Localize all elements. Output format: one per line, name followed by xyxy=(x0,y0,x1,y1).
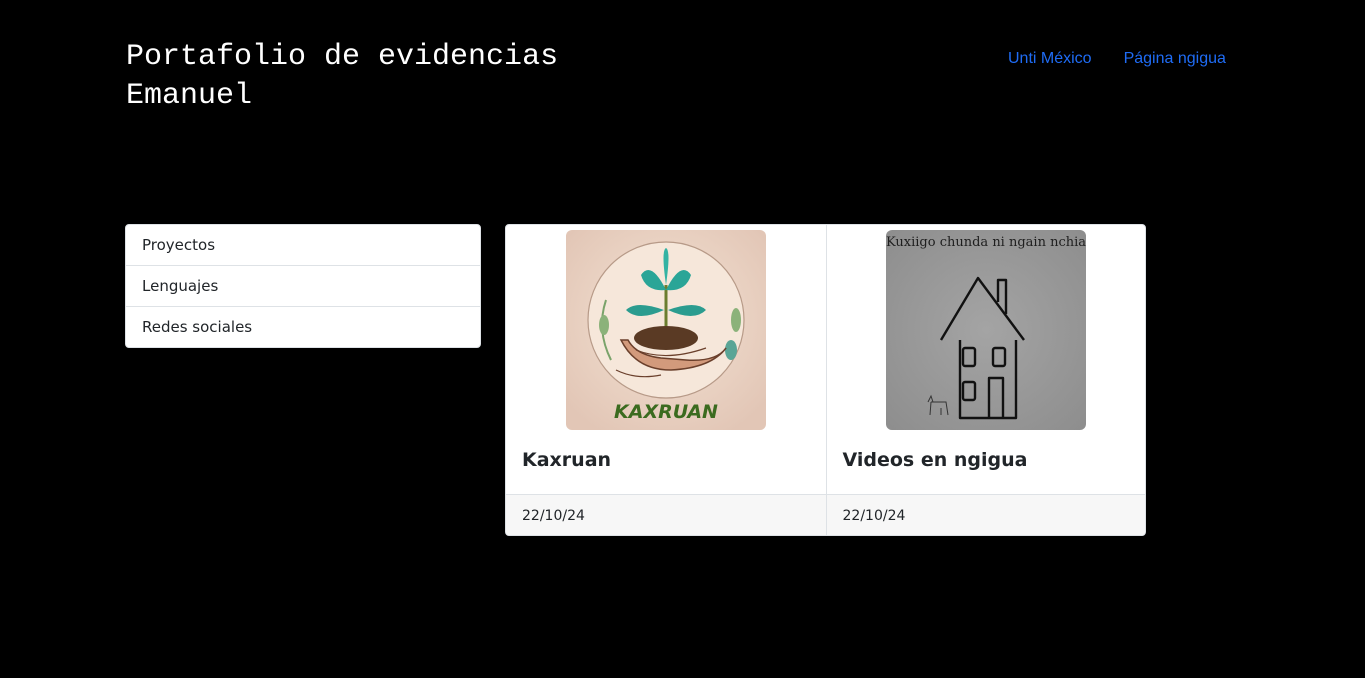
house-image-caption: Kuxiigo chunda ni ngain nchia xyxy=(886,235,1086,250)
site-title-line-2: Emanuel xyxy=(126,79,253,113)
site-title: Portafolio de evidencias Emanuel xyxy=(126,38,646,116)
kaxruan-logo-image[interactable]: KAXRUAN xyxy=(565,230,766,430)
card-kaxruan[interactable]: KAXRUAN Kaxruan 22/10/24 xyxy=(506,225,826,535)
sidebar-list: Proyectos Lenguajes Redes sociales xyxy=(125,224,481,348)
card-title[interactable]: Kaxruan xyxy=(522,446,826,474)
kaxruan-logo-text: KAXRUAN xyxy=(614,401,718,423)
sidebar-item-lenguajes[interactable]: Lenguajes xyxy=(126,266,480,307)
card-date: 22/10/24 xyxy=(506,494,826,535)
card-videos-en-ngigua[interactable]: Kuxiigo chunda ni ngain nchia Videos en … xyxy=(825,225,1146,535)
site-title-line-1: Portafolio de evidencias xyxy=(126,40,559,74)
sidebar-item-redes-sociales[interactable]: Redes sociales xyxy=(126,307,480,347)
sidebar-item-proyectos[interactable]: Proyectos xyxy=(126,225,480,266)
house-drawing-image[interactable]: Kuxiigo chunda ni ngain nchia xyxy=(885,230,1086,430)
nav-link-unti-mexico[interactable]: Unti México xyxy=(1008,48,1092,70)
card-date: 22/10/24 xyxy=(826,494,1145,535)
nav-link-pagina-ngigua[interactable]: Página ngigua xyxy=(1124,48,1226,70)
card-title[interactable]: Videos en ngigua xyxy=(843,446,1146,474)
card-group: KAXRUAN Kaxruan 22/10/24 Kuxiigo chunda … xyxy=(505,224,1146,536)
top-nav: Unti México Página ngigua xyxy=(1008,48,1226,70)
